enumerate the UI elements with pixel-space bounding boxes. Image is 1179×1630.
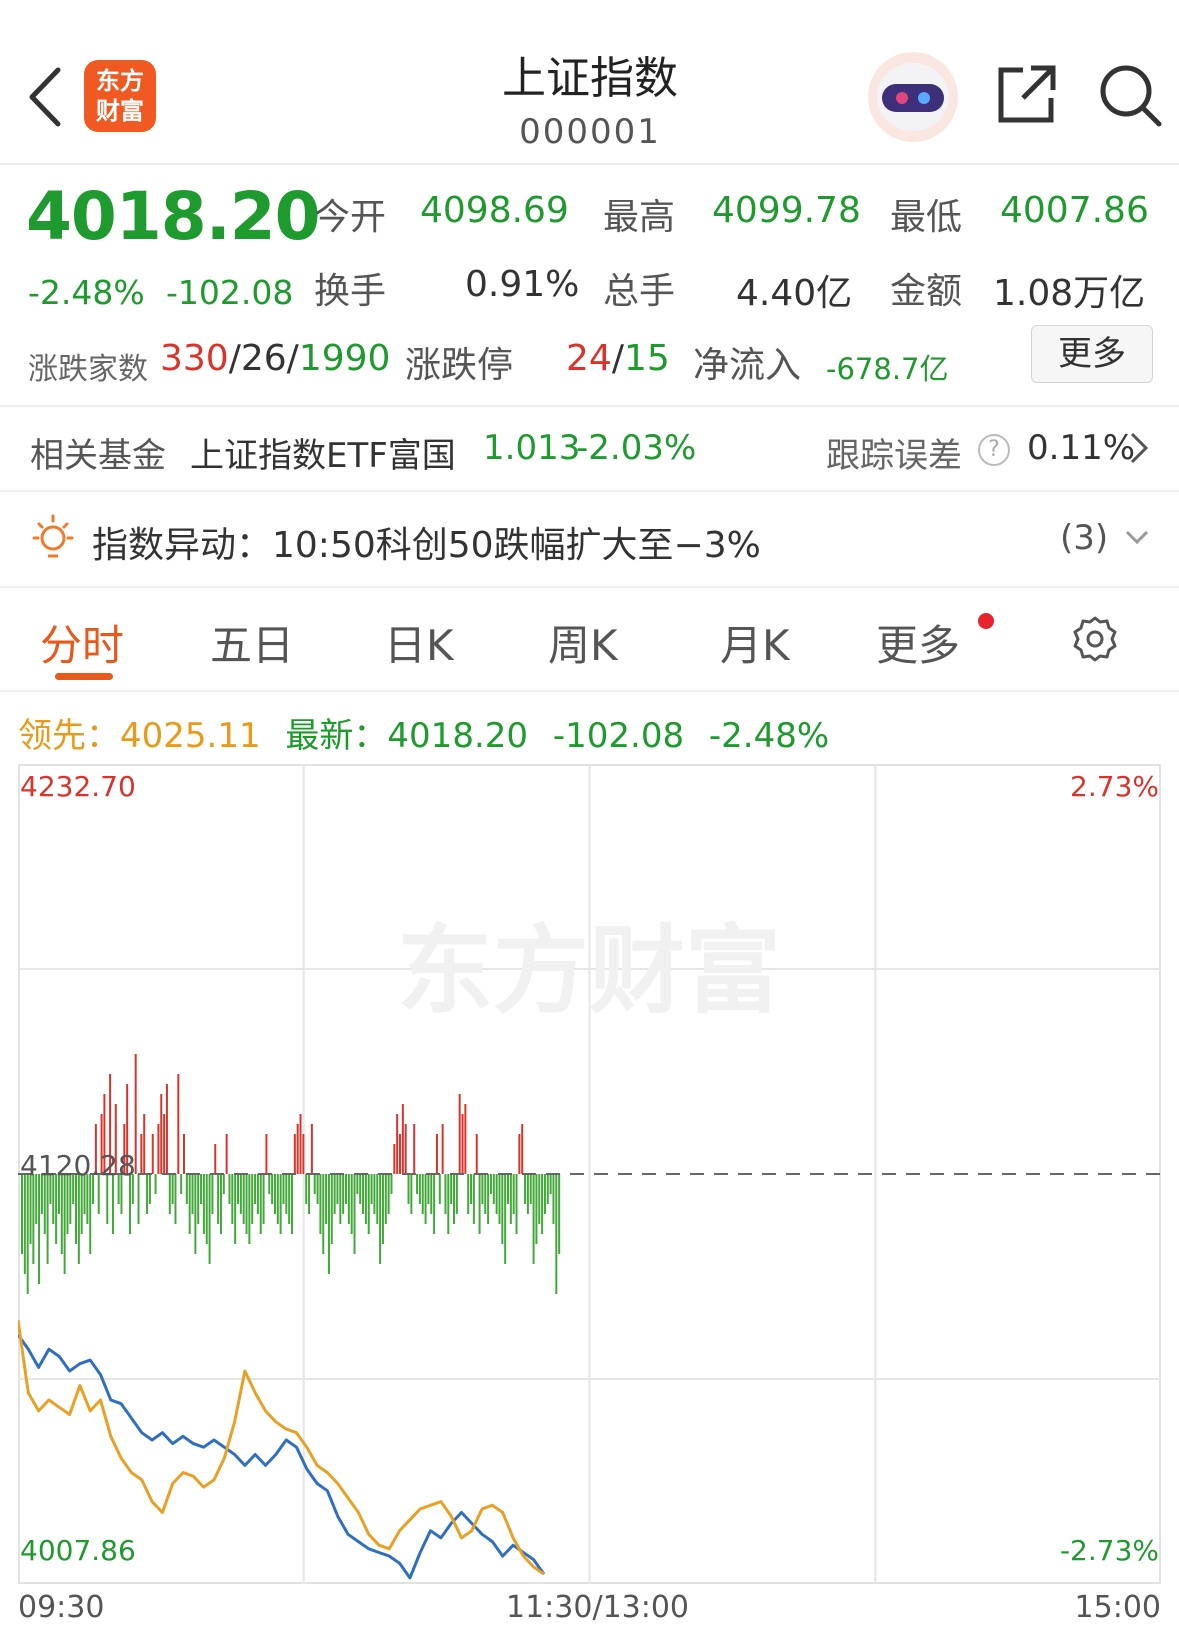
limit-values: 24/15 [566, 338, 670, 379]
y-mid-label: 4120.28 [20, 1149, 136, 1182]
turnover-label: 换手 [314, 271, 387, 312]
tracking-value: 0.11% [1027, 428, 1136, 468]
change-percent: -2.48% [28, 273, 145, 312]
breadth-up: 330 [160, 338, 229, 379]
breadth-flat: 26 [240, 338, 287, 379]
tab-daily-k[interactable]: 日K [384, 612, 454, 673]
back-arrow-icon[interactable] [22, 62, 72, 132]
tab-five-day[interactable]: 五日 [210, 612, 294, 673]
breadth-values: 330/26/1990 [160, 338, 391, 379]
low-label: 最低 [890, 197, 963, 238]
intraday-chart[interactable]: 东方财富 4232.70 4120.28 4007.86 2.73% -2.73… [18, 764, 1161, 1584]
turnover-value: 0.91% [465, 264, 580, 305]
search-icon[interactable] [1097, 62, 1163, 128]
limit-up: 24 [566, 338, 612, 379]
x-axis-labels: 09:30 11:30/13:00 15:00 [18, 1590, 1161, 1630]
high-value: 4099.78 [712, 190, 861, 231]
open-label: 今开 [314, 197, 387, 238]
lead-value: 4025.11 [120, 716, 261, 756]
amount-value: 1.08万亿 [993, 273, 1146, 314]
alert-count: (3) [1060, 518, 1109, 558]
netflow-label: 净流入 [693, 345, 802, 386]
chart-info-line: 领先：4025.11 最新：4018.20 -102.08 -2.48% [18, 708, 829, 757]
lead-label: 领先： [18, 716, 120, 756]
divider [0, 586, 1179, 588]
netflow-value: -678.7亿 [826, 352, 949, 386]
tab-intraday[interactable]: 分时 [40, 612, 124, 673]
settings-gear-icon[interactable] [1070, 614, 1120, 668]
amount-label: 金额 [890, 271, 963, 312]
breadth-down: 1990 [298, 338, 391, 379]
app-logo[interactable]: 东方 财富 [84, 60, 156, 132]
current-price: 4018.20 [26, 178, 321, 255]
latest-pct: -2.48% [708, 716, 830, 756]
active-tab-indicator [55, 673, 113, 680]
stock-code: 000001 [519, 112, 661, 152]
y-bottom-label: 4007.86 [20, 1534, 136, 1567]
latest-label: 最新： [285, 716, 388, 756]
y-top-label: 4232.70 [20, 770, 136, 803]
latest-change: -102.08 [552, 716, 685, 756]
fund-label: 相关基金 [30, 436, 166, 476]
chevron-right-icon [1128, 430, 1150, 470]
alert-text: 指数异动：10:50科创50跌幅扩大至−3% [92, 525, 761, 566]
chevron-down-icon [1124, 528, 1150, 550]
limit-label: 涨跌停 [405, 345, 514, 386]
help-icon[interactable]: ? [978, 434, 1010, 466]
open-value: 4098.69 [420, 190, 569, 231]
x-label-midday: 11:30/13:00 [506, 1590, 690, 1625]
pct-bottom-label: -2.73% [1060, 1534, 1159, 1567]
volume-value: 4.40亿 [736, 273, 853, 314]
divider [0, 405, 1179, 407]
divider [0, 690, 1179, 692]
fund-pct: -2.03% [576, 428, 697, 468]
tracking-label: 跟踪误差 [826, 436, 962, 476]
fund-name: 上证指数ETF富国 [190, 436, 456, 476]
index-alert-row[interactable]: 指数异动：10:50科创50跌幅扩大至−3% (3) [0, 492, 1179, 586]
tab-monthly-k[interactable]: 月K [720, 612, 790, 673]
tab-more[interactable]: 更多 [876, 612, 960, 673]
notification-dot [978, 613, 994, 629]
chart-watermark: 东方财富 [397, 915, 781, 1027]
latest-value: 4018.20 [387, 716, 529, 756]
lightbulb-icon [30, 514, 76, 568]
logo-line1: 东方 [96, 67, 144, 95]
fund-price: 1.013 [483, 428, 581, 468]
x-label-close: 15:00 [1074, 1590, 1161, 1625]
assistant-avatar-icon[interactable] [868, 52, 958, 142]
volume-label: 总手 [603, 271, 676, 312]
breadth-label: 涨跌家数 [28, 352, 148, 387]
logo-line2: 财富 [96, 97, 144, 125]
tab-weekly-k[interactable]: 周K [548, 612, 618, 673]
low-value: 4007.86 [1000, 190, 1149, 231]
page-title: 上证指数 [502, 53, 678, 104]
pct-top-label: 2.73% [1070, 770, 1159, 803]
more-button[interactable]: 更多 [1031, 325, 1153, 383]
share-icon[interactable] [993, 62, 1059, 128]
x-label-open: 09:30 [18, 1590, 105, 1625]
high-label: 最高 [603, 197, 676, 238]
limit-down: 15 [623, 338, 670, 379]
related-fund-row[interactable]: 相关基金 上证指数ETF富国 1.013 -2.03% 跟踪误差 ? 0.11% [0, 408, 1179, 490]
change-value: -102.08 [166, 273, 294, 312]
